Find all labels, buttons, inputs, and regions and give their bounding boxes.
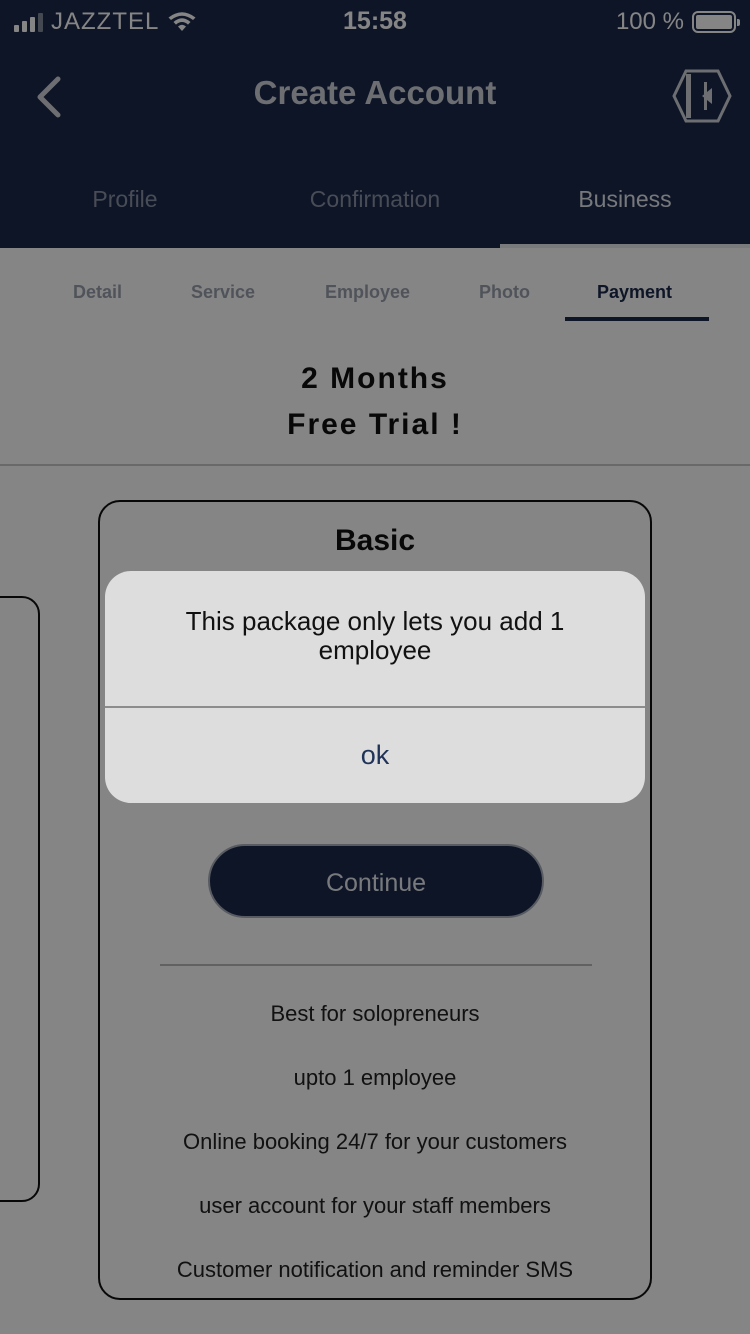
alert-message: This package only lets you add 1 employe… [185,606,565,665]
create-account-screen: JAZZTEL 15:58 100 % Create Account Profi… [0,0,750,1334]
alert-ok-button[interactable]: ok [105,708,645,803]
alert-dialog: This package only lets you add 1 employe… [105,571,645,803]
